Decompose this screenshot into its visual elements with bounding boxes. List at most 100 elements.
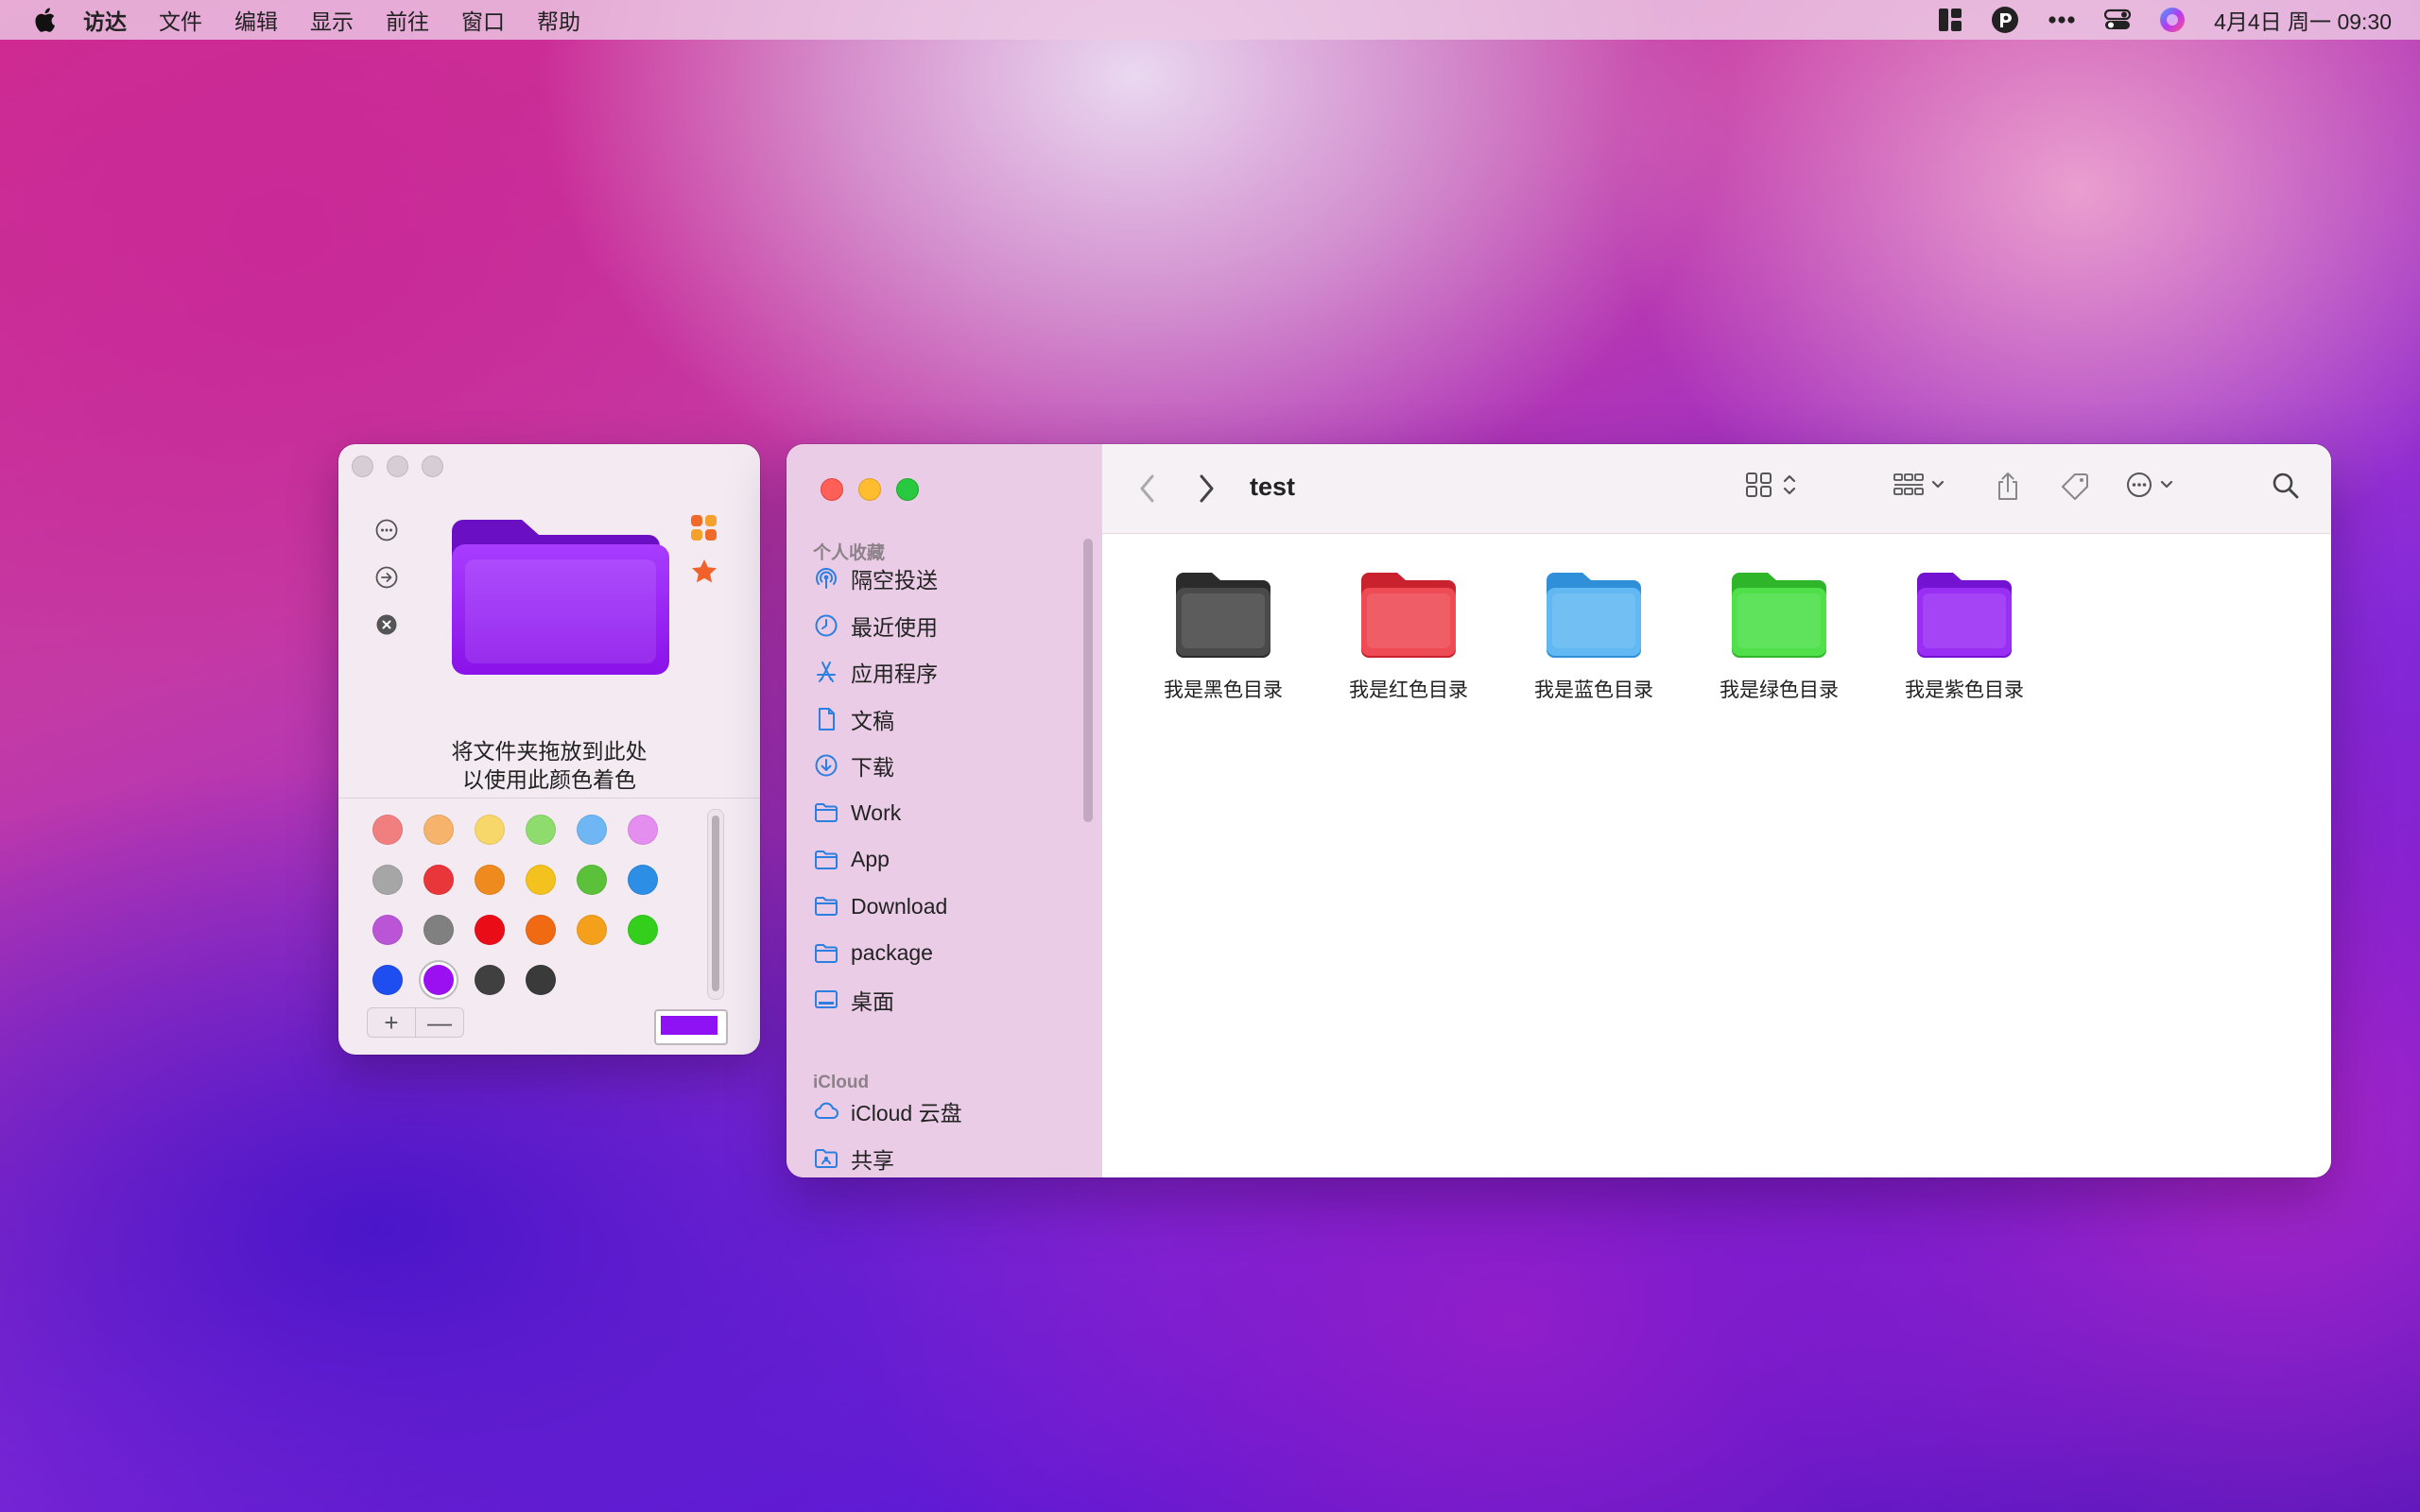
color-swatch[interactable] <box>372 865 403 895</box>
panel-close-button[interactable] <box>352 455 373 477</box>
menu-go[interactable]: 前往 <box>386 4 429 36</box>
add-color-button[interactable]: + <box>367 1007 416 1038</box>
sidebar-item-3[interactable]: 文稿 <box>813 700 894 738</box>
back-chevron-icon[interactable] <box>1138 472 1157 505</box>
sidebar-item-label: Download <box>851 893 948 919</box>
folder-item-label: 我是紫色目录 <box>1905 679 2024 701</box>
sidebar-item-4[interactable]: 下载 <box>813 747 894 784</box>
app-badge-icon[interactable] <box>1991 6 2019 34</box>
sidebar-item-label: package <box>851 940 933 966</box>
color-swatch[interactable] <box>424 915 454 945</box>
sidebar-icloud-item-0[interactable]: iCloud 云盘 <box>813 1092 962 1130</box>
color-swatch[interactable] <box>424 865 454 895</box>
group-button[interactable] <box>1893 471 1945 499</box>
sidebar-item-label: 最近使用 <box>851 614 938 640</box>
sidebar-icloud-item-1[interactable]: 共享 <box>813 1140 894 1177</box>
finder-content: test 我是黑色目录 我是红色目录 我是蓝色目录我是绿色目录 我是紫色目录 <box>1102 444 2331 1177</box>
color-swatch[interactable] <box>577 865 607 895</box>
updown-chevron-icon <box>1783 474 1796 495</box>
minimize-button[interactable] <box>858 478 881 501</box>
clock-icon <box>815 614 838 637</box>
sidebar-item-9[interactable]: 桌面 <box>813 981 894 1019</box>
sidebar-item-label: 应用程序 <box>851 662 938 687</box>
folder-item[interactable]: 我是紫色目录 <box>1872 567 2057 703</box>
sidebar-item-label: 文稿 <box>851 708 894 733</box>
folder-item[interactable]: 我是黑色目录 <box>1131 567 1316 703</box>
color-swatch[interactable] <box>475 865 505 895</box>
search-button[interactable] <box>2271 471 2301 501</box>
color-swatch[interactable] <box>526 915 556 945</box>
drop-caption-line2: 以使用此颜色着色 <box>462 767 636 792</box>
menu-help[interactable]: 帮助 <box>537 4 580 36</box>
folder-item[interactable]: 我是绿色目录 <box>1686 567 1872 703</box>
panel-zoom-button[interactable] <box>422 455 443 477</box>
menu-clock[interactable]: 4月4日 周一 09:30 <box>2214 4 2392 36</box>
tag-button[interactable] <box>2059 471 2091 503</box>
color-grid-icon[interactable] <box>690 514 718 542</box>
menu-app-name[interactable]: 访达 <box>83 4 127 36</box>
menu-file[interactable]: 文件 <box>159 4 202 36</box>
menu-view[interactable]: 显示 <box>310 4 354 36</box>
swatch-scrollbar[interactable] <box>707 809 724 1000</box>
panel-minimize-button[interactable] <box>387 455 408 477</box>
color-swatch[interactable] <box>526 865 556 895</box>
sidebar-item-7[interactable]: Download <box>813 887 947 925</box>
forward-chevron-icon[interactable] <box>1197 472 1216 505</box>
color-swatch[interactable] <box>372 965 403 995</box>
options-icon[interactable] <box>374 518 399 542</box>
apple-logo-icon[interactable] <box>32 7 57 33</box>
color-swatch[interactable] <box>526 965 556 995</box>
color-swatch-grid <box>372 815 658 1015</box>
color-swatch[interactable] <box>475 815 505 845</box>
share-button[interactable] <box>1995 471 2021 503</box>
color-swatch[interactable] <box>372 915 403 945</box>
sidebar-item-5[interactable]: Work <box>813 794 901 832</box>
more-icon[interactable] <box>2048 15 2076 25</box>
color-swatch[interactable] <box>628 815 658 845</box>
siri-icon[interactable] <box>2159 7 2186 33</box>
window-layout-icon[interactable] <box>1938 8 1962 32</box>
swatch-row <box>372 865 658 895</box>
color-swatch[interactable] <box>372 815 403 845</box>
folder-item-label: 我是蓝色目录 <box>1534 679 1653 701</box>
folder-icon <box>815 850 838 869</box>
sidebar-item-1[interactable]: 最近使用 <box>813 607 938 644</box>
sidebar-item-0[interactable]: 隔空投送 <box>813 559 938 597</box>
color-swatch[interactable] <box>628 865 658 895</box>
swatch-row <box>372 965 658 995</box>
folder-item[interactable]: 我是红色目录 <box>1316 567 1501 703</box>
folder-icon <box>1917 573 2012 658</box>
apply-arrow-icon[interactable] <box>374 565 399 590</box>
control-center-icon[interactable] <box>2104 9 2132 31</box>
color-swatch[interactable] <box>526 815 556 845</box>
color-swatch[interactable] <box>475 965 505 995</box>
color-swatch[interactable] <box>628 915 658 945</box>
folder-icon <box>1547 573 1641 658</box>
view-mode-button[interactable] <box>1745 471 1798 499</box>
color-swatch[interactable] <box>424 965 454 995</box>
current-color-well[interactable] <box>654 1009 728 1045</box>
close-button[interactable] <box>821 478 843 501</box>
zoom-button[interactable] <box>896 478 919 501</box>
folder-item[interactable]: 我是蓝色目录 <box>1501 567 1686 703</box>
color-swatch[interactable] <box>577 915 607 945</box>
menu-window[interactable]: 窗口 <box>461 4 505 36</box>
reset-close-icon[interactable] <box>374 612 399 637</box>
favorite-star-icon[interactable] <box>690 558 718 586</box>
color-swatch[interactable] <box>475 915 505 945</box>
swatch-scroll-thumb[interactable] <box>712 816 719 991</box>
sidebar-item-8[interactable]: package <box>813 935 933 972</box>
sidebar-item-2[interactable]: 应用程序 <box>813 653 938 691</box>
color-swatch[interactable] <box>424 815 454 845</box>
preview-folder-icon <box>452 520 669 675</box>
chevron-down-icon <box>1931 480 1945 489</box>
action-button[interactable] <box>2125 471 2174 499</box>
sidebar-item-6[interactable]: App <box>813 841 890 879</box>
applications-icon <box>817 662 836 683</box>
color-swatch[interactable] <box>577 815 607 845</box>
folder-item-label: 我是红色目录 <box>1349 679 1468 701</box>
remove-color-button[interactable]: — <box>416 1007 464 1038</box>
menu-edit[interactable]: 编辑 <box>234 4 278 36</box>
sidebar-scrollbar[interactable] <box>1083 539 1093 822</box>
group-grid-icon <box>1893 473 1924 495</box>
